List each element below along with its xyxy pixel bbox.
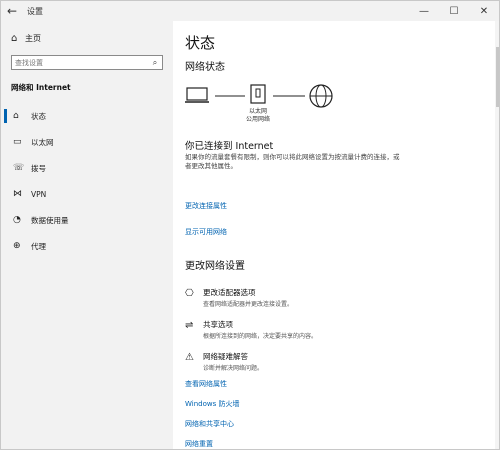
maximize-button[interactable]: ☐ (439, 1, 469, 21)
diagram-label-public: 公用网络 (246, 115, 270, 123)
sidebar-item-dialup[interactable]: ☏ 拨号 (1, 155, 173, 181)
sidebar-item-label: 拨号 (31, 163, 46, 173)
sidebar-item-ethernet[interactable]: ▭ 以太网 (1, 129, 173, 155)
main-content: 状态 网络状态 以太网 公用网络 你已连接到 Internet 如果你的流量套餐… (173, 21, 499, 449)
show-available-networks-link[interactable]: 显示可用网络 (185, 227, 227, 237)
option-title: 网络疑难解答 (203, 352, 248, 361)
sidebar-item-label: 状态 (31, 111, 46, 121)
change-connection-properties-link[interactable]: 更改连接属性 (185, 201, 227, 211)
option-title: 更改适配器选项 (203, 288, 256, 297)
connection-status-title: 你已连接到 Internet (185, 141, 274, 152)
minimize-button[interactable]: — (409, 1, 439, 21)
scrollbar[interactable] (495, 21, 499, 449)
network-sharing-center-link[interactable]: 网络和共享中心 (185, 419, 234, 429)
sidebar-home-label: 主页 (25, 34, 41, 43)
data-usage-icon: ◔ (13, 215, 21, 225)
globe-icon (309, 84, 333, 108)
option-description: 查看网络适配器并更改连接设置。 (203, 301, 294, 308)
network-status-heading: 网络状态 (185, 62, 225, 73)
network-diagram: 以太网 公用网络 (185, 84, 333, 123)
adapter-icon: ⎔ (185, 288, 194, 299)
sidebar-section-title: 网络和 Internet (11, 83, 71, 92)
network-troubleshooter[interactable]: ⚠ 网络疑难解答 诊断并解决网络问题。 (185, 351, 263, 372)
scrollbar-thumb[interactable] (496, 47, 499, 107)
maximize-icon: ☐ (449, 5, 459, 17)
settings-window: ← 设置 — ☐ ✕ ⌂ 主页 ⌕ 网络和 Internet ⌂ 状态 ▭ 以太… (0, 0, 500, 450)
view-network-properties-link[interactable]: 查看网络属性 (185, 379, 227, 389)
windows-firewall-link[interactable]: Windows 防火墙 (185, 399, 239, 409)
diagram-label-ethernet: 以太网 (249, 107, 267, 115)
window-controls: — ☐ ✕ (409, 1, 499, 21)
arrow-left-icon: ← (6, 4, 18, 18)
connection-status-description: 如果你的流量套餐有限制，则你可以将此网络设置为按流量计费的连接，或者更改其他属性… (185, 153, 400, 170)
vpn-icon: ⋈ (13, 189, 22, 199)
ethernet-port-icon (250, 84, 266, 104)
computer-icon (185, 87, 209, 103)
window-title: 设置 (27, 6, 43, 16)
globe-icon: ⊕ (13, 241, 21, 251)
home-icon: ⌂ (11, 33, 18, 44)
ethernet-icon: ▭ (13, 137, 22, 147)
sidebar-nav: ⌂ 状态 ▭ 以太网 ☏ 拨号 ⋈ VPN ◔ 数据使用量 ⊕ 代理 (1, 103, 173, 259)
back-button[interactable]: ← (1, 1, 23, 21)
change-network-settings-heading: 更改网络设置 (185, 261, 245, 272)
option-description: 根据所连接到的网络，决定要共享的内容。 (203, 333, 318, 340)
minimize-icon: — (419, 5, 429, 17)
warning-icon: ⚠ (185, 352, 194, 363)
search-icon[interactable]: ⌕ (148, 58, 162, 68)
home-icon: ⌂ (13, 111, 19, 121)
sidebar-item-label: 以太网 (31, 137, 54, 147)
sidebar-item-label: VPN (31, 189, 47, 199)
option-title: 共享选项 (203, 320, 233, 329)
option-description: 诊断并解决网络问题。 (203, 365, 264, 372)
search-box: ⌕ (11, 55, 163, 70)
change-adapter-options[interactable]: ⎔ 更改适配器选项 查看网络适配器并更改连接设置。 (185, 287, 293, 308)
sharing-options[interactable]: ⇌ 共享选项 根据所连接到的网络，决定要共享的内容。 (185, 319, 317, 340)
page-title: 状态 (185, 34, 216, 52)
sidebar-item-vpn[interactable]: ⋈ VPN (1, 181, 173, 207)
close-icon: ✕ (479, 5, 489, 17)
sidebar-item-data-usage[interactable]: ◔ 数据使用量 (1, 207, 173, 233)
sidebar-home[interactable]: ⌂ 主页 (11, 33, 41, 44)
search-input[interactable] (12, 56, 148, 69)
sidebar-item-label: 数据使用量 (31, 215, 69, 225)
network-reset-link[interactable]: 网络重置 (185, 439, 213, 449)
phone-icon: ☏ (13, 163, 25, 173)
title-bar: ← 设置 — ☐ ✕ (1, 1, 499, 21)
close-button[interactable]: ✕ (469, 1, 499, 21)
sidebar: ⌂ 主页 ⌕ 网络和 Internet ⌂ 状态 ▭ 以太网 ☏ 拨号 ⋈ VP… (1, 21, 173, 449)
sidebar-item-proxy[interactable]: ⊕ 代理 (1, 233, 173, 259)
sidebar-item-status[interactable]: ⌂ 状态 (1, 103, 173, 129)
sharing-icon: ⇌ (185, 320, 194, 331)
sidebar-item-label: 代理 (31, 241, 46, 251)
